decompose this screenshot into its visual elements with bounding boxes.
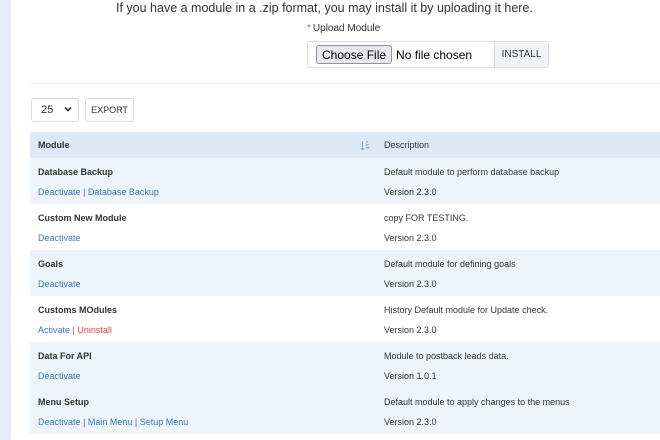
chevron-down-icon <box>64 106 72 112</box>
module-actions: Deactivate | Database Backup <box>38 187 159 197</box>
activate-link[interactable]: Activate <box>38 325 70 335</box>
page-size-value: 25 <box>41 104 54 116</box>
column-header-module-label: Module <box>38 140 70 150</box>
module-description: copy FOR TESTING. <box>384 213 469 223</box>
section-divider <box>30 83 660 84</box>
file-status-text: No file chosen <box>396 47 473 62</box>
deactivate-link[interactable]: Deactivate <box>38 279 81 289</box>
module-description: Default module to apply changes to the m… <box>384 397 570 407</box>
choose-file-button[interactable]: Choose File <box>316 45 393 64</box>
action-separator: | <box>80 187 88 197</box>
module-name: Data For API <box>38 351 92 361</box>
database-backup-link[interactable]: Database Backup <box>88 187 159 197</box>
module-version: Version 2.3.0 <box>384 187 437 197</box>
column-header-module[interactable]: Module <box>30 132 378 158</box>
module-version: Version 2.3.0 <box>384 417 437 427</box>
deactivate-link[interactable]: Deactivate <box>38 417 81 427</box>
module-name: Custom New Module <box>38 213 127 223</box>
module-version: Version 2.3.0 <box>384 233 437 243</box>
module-version: Version 1.0.1 <box>384 371 437 381</box>
module-name: Menu Setup <box>38 397 89 407</box>
upload-module-label: * Upload Module <box>307 23 380 34</box>
table-row: Menu Setup Deactivate | Main Menu | Setu… <box>30 388 660 434</box>
module-description: Module to postback leads data. <box>384 351 509 361</box>
table-row: Customs MOdules Activate | Uninstall His… <box>30 296 660 342</box>
required-marker: * <box>307 23 311 34</box>
table-row: Data For API Deactivate Module to postba… <box>30 342 660 388</box>
modules-table: Module Description Database Backup Deact… <box>30 132 660 434</box>
module-actions: Deactivate | Main Menu | Setup Menu <box>38 417 188 427</box>
action-separator: | <box>80 417 88 427</box>
page-size-select[interactable]: 25 <box>31 98 79 122</box>
action-separator: | <box>132 417 140 427</box>
sort-icon[interactable] <box>360 140 370 151</box>
module-actions: Deactivate <box>38 371 81 381</box>
table-row: Database Backup Deactivate | Database Ba… <box>30 158 660 204</box>
module-description: Default module for defining goals <box>384 259 516 269</box>
module-version: Version 2.3.0 <box>384 279 437 289</box>
setup-menu-link[interactable]: Setup Menu <box>140 417 189 427</box>
upload-intro-text: If you have a module in a .zip format, y… <box>116 1 533 15</box>
main-menu-link[interactable]: Main Menu <box>88 417 133 427</box>
module-description: History Default module for Update check. <box>384 305 549 315</box>
deactivate-link[interactable]: Deactivate <box>38 371 81 381</box>
module-name: Goals <box>38 259 64 269</box>
module-actions: Deactivate <box>38 279 81 289</box>
module-name: Database Backup <box>38 167 114 177</box>
deactivate-link[interactable]: Deactivate <box>38 233 81 243</box>
upload-module-label-text: Upload Module <box>312 23 381 34</box>
module-version: Version 2.3.0 <box>384 325 437 335</box>
upload-module-field: Choose File No file chosen INSTALL <box>307 41 549 68</box>
export-button[interactable]: EXPORT <box>85 98 134 122</box>
module-description: Default module to perform database backu… <box>384 167 560 177</box>
table-row: Custom New Module Deactivate copy FOR TE… <box>30 204 660 250</box>
install-button[interactable]: INSTALL <box>494 42 548 67</box>
table-row: Goals Deactivate Default module for defi… <box>30 250 660 296</box>
module-name: Customs MOdules <box>38 305 118 315</box>
module-actions: Activate | Uninstall <box>38 325 112 335</box>
table-header-row: Module Description <box>30 132 660 158</box>
column-header-description[interactable]: Description <box>378 132 660 158</box>
uninstall-link[interactable]: Uninstall <box>77 325 112 335</box>
module-actions: Deactivate <box>38 233 81 243</box>
deactivate-link[interactable]: Deactivate <box>38 187 81 197</box>
